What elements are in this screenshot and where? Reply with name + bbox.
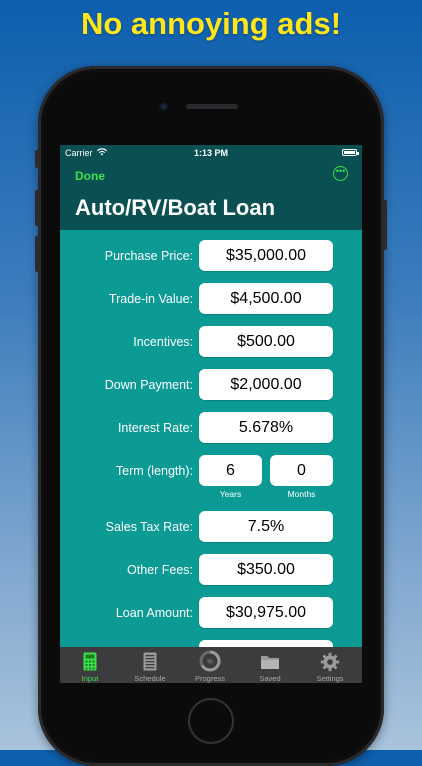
tab-saved-label: Saved (259, 674, 281, 683)
schedule-icon (142, 652, 158, 671)
other-fees-label: Other Fees: (127, 563, 193, 577)
tab-saved[interactable]: Saved (240, 647, 300, 683)
status-time: 1:13 PM (193, 148, 228, 158)
more-icon[interactable]: ••• (333, 166, 348, 181)
row-down-payment: Down Payment: $2,000.00 (60, 367, 362, 403)
volume-up-button (35, 190, 39, 226)
app-screen: Carrier 1:13 PM Done ••• Auto/RV/Boat Lo… (60, 145, 362, 683)
incentives-field[interactable]: $500.00 (199, 326, 333, 357)
loan-amount-label: Loan Amount: (115, 606, 193, 620)
row-loan-amount: Loan Amount: $30,975.00 (60, 595, 362, 631)
purchase-price-label: Purchase Price: (104, 249, 193, 263)
nav-bar: Done ••• Auto/RV/Boat Loan (60, 162, 362, 230)
tab-progress-label: Progress (194, 674, 225, 683)
tab-progress[interactable]: % Progress (180, 647, 240, 683)
tab-settings-label: Settings (316, 674, 344, 683)
row-purchase-price: Purchase Price: $35,000.00 (60, 238, 362, 274)
term-label: Term (length): (115, 464, 193, 478)
sales-tax-label: Sales Tax Rate: (105, 520, 193, 534)
done-button[interactable]: Done (75, 169, 105, 183)
row-incentives: Incentives: $500.00 (60, 324, 362, 360)
incentives-label: Incentives: (133, 335, 193, 349)
other-fees-field[interactable]: $350.00 (199, 554, 333, 585)
row-term: Term (length): 6 0 Years Months (60, 453, 362, 501)
mute-switch (35, 150, 39, 168)
trade-in-label: Trade-in Value: (108, 292, 193, 306)
calculator-icon (82, 652, 98, 671)
row-interest-rate: Interest Rate: 5.678% (60, 410, 362, 446)
camera-icon (159, 102, 168, 111)
loan-amount-field[interactable]: $30,975.00 (199, 597, 333, 628)
tab-settings[interactable]: Settings (300, 647, 360, 683)
months-label: Months (287, 489, 316, 499)
purchase-price-field[interactable]: $35,000.00 (199, 240, 333, 271)
battery-icon (342, 149, 359, 156)
tab-bar: Input Schedule % Progress Saved Settings (60, 647, 362, 683)
down-payment-label: Down Payment: (104, 378, 193, 392)
svg-text:%: % (207, 660, 213, 666)
years-label: Years (219, 489, 242, 499)
interest-rate-label: Interest Rate: (117, 421, 193, 435)
home-button[interactable] (188, 698, 234, 744)
page-title: Auto/RV/Boat Loan (75, 195, 276, 220)
down-payment-field[interactable]: $2,000.00 (199, 369, 333, 400)
term-months-field[interactable]: 0 (270, 455, 333, 486)
tab-schedule[interactable]: Schedule (120, 647, 180, 683)
tab-schedule-label: Schedule (134, 674, 166, 683)
term-years-field[interactable]: 6 (199, 455, 262, 486)
interest-rate-field[interactable]: 5.678% (199, 412, 333, 443)
row-other-fees: Other Fees: $350.00 (60, 552, 362, 588)
volume-down-button (35, 236, 39, 272)
trade-in-field[interactable]: $4,500.00 (199, 283, 333, 314)
status-bar: Carrier 1:13 PM (60, 145, 362, 162)
promo-headline: No annoying ads! (80, 6, 342, 41)
row-trade-in: Trade-in Value: $4,500.00 (60, 281, 362, 317)
gear-icon (320, 652, 340, 672)
phone-speaker (186, 104, 238, 109)
row-sales-tax: Sales Tax Rate: 7.5% (60, 509, 362, 545)
sales-tax-field[interactable]: 7.5% (199, 511, 333, 542)
progress-icon: % (199, 650, 221, 672)
tab-input-label: Input (81, 674, 99, 683)
folder-icon (260, 652, 280, 671)
tab-input[interactable]: Input (60, 647, 120, 683)
power-button (383, 200, 387, 250)
